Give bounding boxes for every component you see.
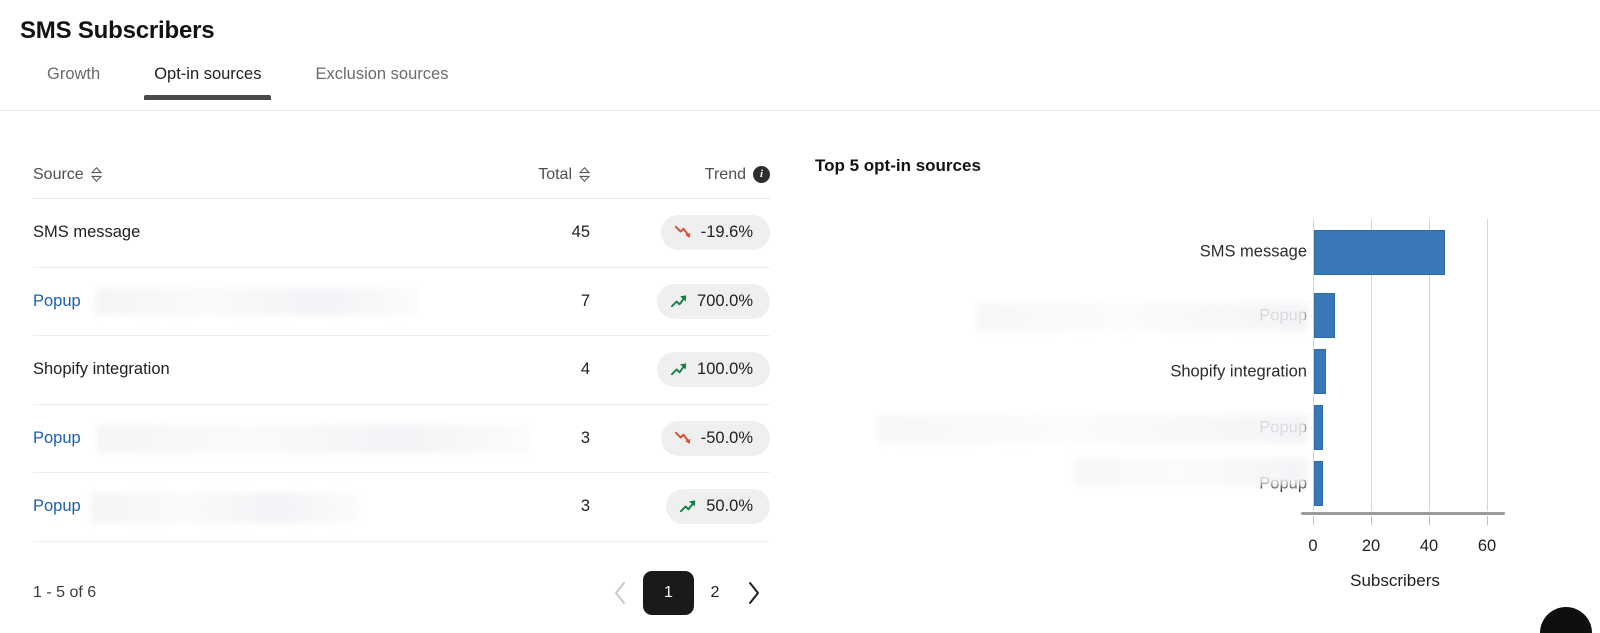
row-source-cell: Popup xyxy=(33,405,531,473)
row-trend-cell: 100.0% xyxy=(590,352,770,388)
table-row[interactable]: Popup 3 50.0% xyxy=(33,473,770,542)
chart-bar xyxy=(1314,461,1323,506)
table-row[interactable]: Popup 7 700.0% xyxy=(33,268,770,336)
row-trend-cell: 700.0% xyxy=(590,283,770,319)
page-title: SMS Subscribers xyxy=(20,17,215,44)
chevron-right-icon xyxy=(748,582,759,604)
chevron-left-icon xyxy=(614,582,625,604)
pagination-next-button[interactable] xyxy=(736,573,770,613)
source-link[interactable]: Popup xyxy=(33,429,81,448)
status-badge: 50.0% xyxy=(666,489,770,525)
trend-value: 50.0% xyxy=(706,497,753,516)
chart-xtick-label: 40 xyxy=(1419,537,1439,555)
chart-xtick-label: 20 xyxy=(1361,537,1381,555)
chart-tick xyxy=(1313,516,1314,525)
pagination-controls: 1 2 xyxy=(603,571,770,615)
row-total-cell: 3 xyxy=(580,497,590,516)
tab-growth[interactable]: Growth xyxy=(20,62,127,100)
top-opt-in-sources-chart-panel: Top 5 opt-in sources SMS message Popup S… xyxy=(790,111,1600,633)
chart-bar xyxy=(1314,405,1323,450)
chart-tick xyxy=(1371,516,1372,525)
status-badge: -50.0% xyxy=(660,420,770,456)
source-link[interactable]: Popup xyxy=(33,497,81,516)
chart-ylabel: Shopify integration xyxy=(1170,362,1307,381)
trend-value: -19.6% xyxy=(700,223,753,242)
trend-value: 100.0% xyxy=(697,360,753,379)
chart-bar xyxy=(1314,293,1335,338)
trend-down-arrow-icon xyxy=(674,226,691,238)
row-total-cell: 45 xyxy=(571,223,590,242)
chart-ylabel: Popup xyxy=(1259,474,1307,493)
chart-tick xyxy=(1429,516,1430,525)
pagination-page-2[interactable]: 2 xyxy=(700,573,730,613)
row-total-cell: 7 xyxy=(580,291,590,310)
row-trend-cell: -19.6% xyxy=(590,215,770,251)
chart-tick xyxy=(1487,516,1488,525)
column-header-total[interactable]: Total xyxy=(470,166,590,184)
trend-value: 700.0% xyxy=(697,291,753,310)
redacted-text xyxy=(97,424,531,453)
status-badge: -19.6% xyxy=(660,215,770,251)
opt-in-sources-table-panel: Source Total Trend i SMS message 45 -19.… xyxy=(0,111,790,633)
redacted-text xyxy=(878,415,1307,443)
table-row[interactable]: Popup 3 -50.0% xyxy=(33,405,770,473)
chart-ylabel: SMS message xyxy=(1199,242,1307,261)
pagination-prev-button[interactable] xyxy=(603,573,637,613)
column-header-source-label: Source xyxy=(33,165,84,183)
row-source-cell: Popup xyxy=(33,268,470,336)
row-trend-cell: -50.0% xyxy=(590,420,770,456)
chart-x-axis xyxy=(1301,512,1505,515)
pagination: 1 - 5 of 6 1 2 xyxy=(33,563,770,623)
table-row[interactable]: Shopify integration 4 100.0% xyxy=(33,336,770,405)
tab-exclusion-sources[interactable]: Exclusion sources xyxy=(288,62,475,100)
trend-up-arrow-icon xyxy=(670,363,687,376)
trend-up-arrow-icon xyxy=(680,500,696,513)
chart-title: Top 5 opt-in sources xyxy=(815,156,981,175)
sort-toggle-icon[interactable] xyxy=(579,167,590,182)
chart-bar xyxy=(1314,349,1326,394)
column-header-trend: Trend i xyxy=(590,166,770,184)
source-name: Shopify integration xyxy=(33,360,170,379)
column-header-trend-label: Trend xyxy=(704,165,746,183)
row-source-cell: Popup xyxy=(33,473,470,541)
chart-bar xyxy=(1314,230,1445,275)
row-total-cell: 4 xyxy=(580,360,590,379)
source-link[interactable]: Popup xyxy=(33,292,81,311)
pagination-range: 1 - 5 of 6 xyxy=(33,584,97,601)
chart-gridline xyxy=(1487,219,1488,511)
row-trend-cell: 50.0% xyxy=(590,489,770,525)
source-name: SMS message xyxy=(33,223,141,242)
column-header-source[interactable]: Source xyxy=(33,166,470,184)
table-row[interactable]: SMS message 45 -19.6% xyxy=(33,199,770,268)
table-header-row: Source Total Trend i xyxy=(33,151,770,199)
trend-down-arrow-icon xyxy=(674,431,691,444)
chart-ylabel: Popup xyxy=(1259,306,1307,325)
column-header-total-label: Total xyxy=(538,165,572,183)
chart-plot-area: SMS message Popup Shopify integration Po… xyxy=(790,211,1600,631)
redacted-text xyxy=(976,303,1307,331)
row-source-cell: SMS message xyxy=(33,199,470,267)
row-total-cell: 3 xyxy=(580,428,590,447)
sms-subscribers-page: SMS Subscribers Growth Opt-in sources Ex… xyxy=(0,0,1600,633)
info-icon[interactable]: i xyxy=(753,166,770,183)
row-source-cell: Shopify integration xyxy=(33,336,470,404)
redacted-text xyxy=(91,493,359,523)
redacted-text xyxy=(95,287,418,315)
pagination-page-1[interactable]: 1 xyxy=(643,571,694,615)
trend-value: -50.0% xyxy=(700,428,753,447)
sort-toggle-icon[interactable] xyxy=(90,167,102,182)
chart-xtick-label: 60 xyxy=(1477,537,1497,555)
chart-ylabel: Popup xyxy=(1259,418,1307,437)
status-badge: 100.0% xyxy=(657,352,770,388)
trend-up-arrow-icon xyxy=(670,295,687,307)
tab-bar: Growth Opt-in sources Exclusion sources xyxy=(20,62,475,110)
chart-xtick-label: 0 xyxy=(1308,537,1318,555)
chart-axis-title: Subscribers xyxy=(1350,571,1440,590)
tab-opt-in-sources[interactable]: Opt-in sources xyxy=(127,62,288,100)
status-badge: 700.0% xyxy=(657,283,770,319)
